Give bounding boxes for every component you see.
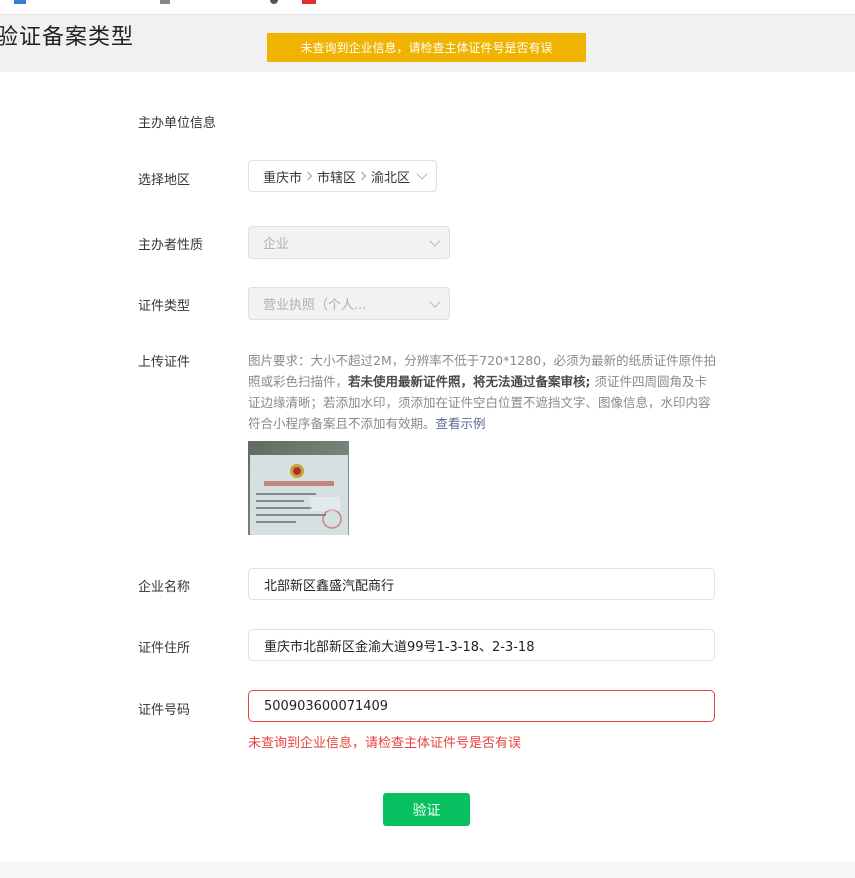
region-province: 重庆市	[263, 170, 303, 186]
tab-fragment-gray	[160, 0, 170, 4]
cert-address-input[interactable]: 重庆市北部新区金渝大道99号1-3-18、2-3-18	[248, 629, 715, 661]
warning-toast: 未查询到企业信息，请检查主体证件号是否有误	[267, 33, 586, 62]
cert-number-error: 未查询到企业信息，请检查主体证件号是否有误	[248, 736, 522, 751]
region-district: 渝北区	[371, 170, 411, 186]
region-label: 选择地区	[138, 173, 191, 188]
chevron-down-icon	[416, 168, 428, 180]
example-link[interactable]: 查看示例	[436, 416, 486, 431]
form-panel: 主办单位信息 选择地区 重庆市 市辖区 渝北区 主办者性质 企业 证件类型 营业…	[0, 72, 855, 862]
organizer-type-select[interactable]: 企业	[248, 226, 450, 259]
cert-number-label: 证件号码	[138, 703, 191, 718]
upload-cert-label: 上传证件	[138, 355, 191, 370]
organizer-type-label: 主办者性质	[138, 238, 204, 253]
cert-type-value: 营业执照（个人...	[263, 298, 367, 313]
tab-fragment-red	[302, 0, 316, 4]
cert-type-select[interactable]: 营业执照（个人...	[248, 287, 450, 320]
section-title: 主办单位信息	[138, 116, 217, 131]
region-city: 市辖区	[317, 170, 357, 186]
chevron-down-icon	[429, 295, 441, 308]
cert-address-label: 证件住所	[138, 641, 191, 656]
tab-fragment-blue	[14, 0, 26, 4]
page-title: 验证备案类型	[0, 25, 135, 50]
page-header: 验证备案类型 未查询到企业信息，请检查主体证件号是否有误	[0, 15, 855, 72]
browser-top-strip	[0, 0, 855, 15]
chevron-down-icon	[429, 234, 441, 247]
verify-button[interactable]: 验证	[383, 793, 470, 826]
cert-number-input[interactable]: 500903600071409	[248, 690, 715, 722]
region-select[interactable]: 重庆市 市辖区 渝北区	[248, 160, 437, 192]
company-name-input[interactable]: 北部新区鑫盛汽配商行	[248, 568, 715, 600]
upload-requirements: 图片要求：大小不超过2M，分辨率不低于720*1280，必须为最新的纸质证件原件…	[248, 350, 718, 434]
tab-fragment-dark	[270, 0, 278, 4]
company-name-label: 企业名称	[138, 580, 191, 595]
upload-req-bold: 若未使用最新证件照，将无法通过备案审核;	[348, 374, 591, 389]
chevron-right-icon	[303, 171, 313, 180]
chevron-right-icon	[357, 171, 367, 180]
uploaded-cert-thumbnail[interactable]	[248, 441, 349, 535]
cert-photo-image	[248, 441, 349, 535]
organizer-type-value: 企业	[263, 237, 290, 252]
cert-type-label: 证件类型	[138, 299, 191, 314]
